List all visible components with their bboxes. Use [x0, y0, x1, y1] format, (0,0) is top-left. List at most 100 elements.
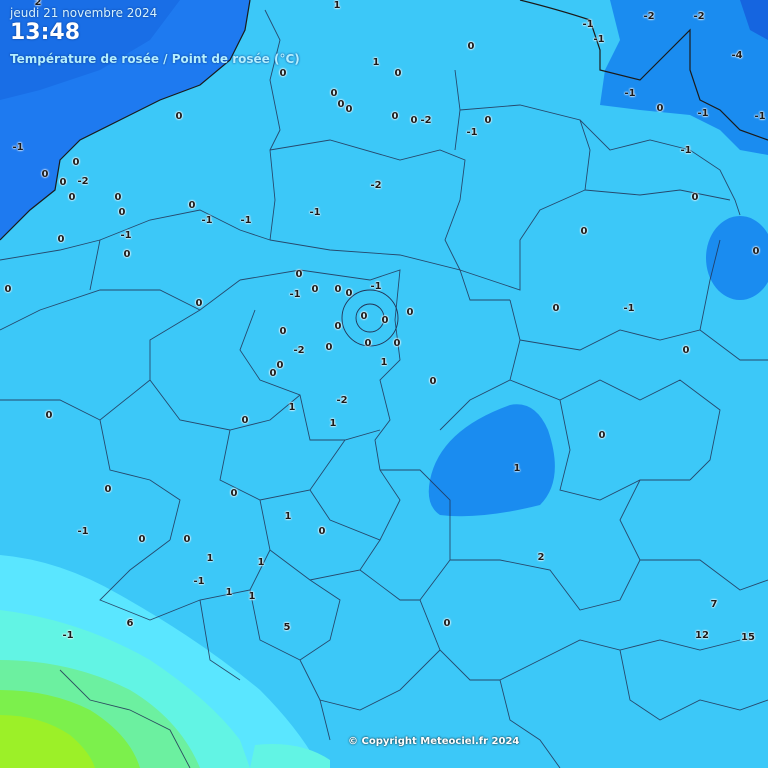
- station-value: 5: [283, 622, 291, 633]
- map-title: Température de rosée / Point de rosée (°…: [10, 52, 300, 66]
- station-value: 0: [195, 298, 203, 309]
- station-value: 0: [276, 360, 284, 371]
- station-value: 2: [537, 552, 545, 563]
- station-value: 0: [691, 192, 699, 203]
- station-value: -1: [623, 303, 635, 314]
- station-value: 0: [360, 311, 368, 322]
- station-value: 0: [406, 307, 414, 318]
- station-value: -1: [697, 108, 709, 119]
- station-value: 0: [118, 207, 126, 218]
- station-value: -2: [420, 115, 432, 126]
- station-value: -2: [77, 176, 89, 187]
- station-value: 0: [429, 376, 437, 387]
- station-value: 0: [345, 104, 353, 115]
- station-value: 1: [288, 402, 296, 413]
- station-value: -1: [289, 289, 301, 300]
- station-value: 0: [104, 484, 112, 495]
- station-value: 0: [138, 534, 146, 545]
- map-background: [0, 0, 768, 768]
- station-value: -1: [12, 142, 24, 153]
- station-value: 0: [318, 526, 326, 537]
- station-value: -2: [643, 11, 655, 22]
- station-value: -1: [77, 526, 89, 537]
- station-value: 0: [598, 430, 606, 441]
- station-value: 0: [410, 115, 418, 126]
- station-value: 0: [279, 68, 287, 79]
- station-value: 0: [279, 326, 287, 337]
- station-value: 0: [552, 303, 560, 314]
- station-value: 1: [380, 357, 388, 368]
- station-value: 0: [123, 249, 131, 260]
- station-value: 1: [372, 57, 380, 68]
- station-value: 0: [580, 226, 588, 237]
- station-value: 0: [381, 315, 389, 326]
- station-value: -1: [582, 19, 594, 30]
- station-value: 0: [57, 234, 65, 245]
- station-value: -1: [466, 127, 478, 138]
- station-value: 0: [4, 284, 12, 295]
- forecast-time: 13:48: [10, 20, 81, 45]
- station-value: 0: [484, 115, 492, 126]
- station-value: 0: [345, 288, 353, 299]
- station-value: -1: [62, 630, 74, 641]
- station-value: 1: [225, 587, 233, 598]
- station-value: -2: [693, 11, 705, 22]
- station-value: 0: [364, 338, 372, 349]
- station-value: 0: [394, 68, 402, 79]
- station-value: 0: [393, 338, 401, 349]
- copyright-notice: © Copyright Meteociel.fr 2024: [348, 736, 520, 747]
- station-value: 0: [72, 157, 80, 168]
- station-value: 0: [230, 488, 238, 499]
- station-value: 1: [513, 463, 521, 474]
- station-value: -1: [309, 207, 321, 218]
- station-value: 1: [329, 418, 337, 429]
- station-value: -4: [731, 50, 743, 61]
- station-value: -2: [370, 180, 382, 191]
- station-value: 0: [443, 618, 451, 629]
- station-value: 0: [311, 284, 319, 295]
- station-value: 7: [710, 599, 718, 610]
- station-value: 0: [656, 103, 664, 114]
- station-value: 0: [295, 269, 303, 280]
- station-value: 2: [34, 0, 42, 8]
- station-value: 1: [206, 553, 214, 564]
- station-value: 0: [183, 534, 191, 545]
- station-value: 0: [114, 192, 122, 203]
- station-value: 0: [337, 99, 345, 110]
- station-value: 0: [59, 177, 67, 188]
- station-value: -1: [593, 34, 605, 45]
- station-value: -1: [240, 215, 252, 226]
- station-value: -1: [624, 88, 636, 99]
- station-value: -1: [370, 281, 382, 292]
- station-value: -2: [293, 345, 305, 356]
- station-value: -1: [193, 576, 205, 587]
- station-value: 0: [241, 415, 249, 426]
- station-value: 0: [175, 111, 183, 122]
- station-value: 0: [682, 345, 690, 356]
- dewpoint-map: jeudi 21 novembre 2024 13:48 Température…: [0, 0, 768, 768]
- station-value: 12: [695, 630, 709, 641]
- station-value: 1: [333, 0, 341, 11]
- station-value: 0: [467, 41, 475, 52]
- station-value: -2: [336, 395, 348, 406]
- station-value: 1: [284, 511, 292, 522]
- station-value: 0: [330, 88, 338, 99]
- forecast-date: jeudi 21 novembre 2024: [10, 6, 158, 20]
- station-value: 0: [752, 246, 760, 257]
- station-value: -1: [201, 215, 213, 226]
- station-value: 0: [45, 410, 53, 421]
- station-value: 0: [325, 342, 333, 353]
- station-value: 0: [68, 192, 76, 203]
- station-value: 6: [126, 618, 134, 629]
- station-value: 0: [334, 284, 342, 295]
- station-value: -1: [754, 111, 766, 122]
- station-value: 0: [41, 169, 49, 180]
- station-value: 1: [257, 557, 265, 568]
- station-value: 15: [741, 632, 755, 643]
- station-value: 1: [248, 591, 256, 602]
- station-value: 0: [334, 321, 342, 332]
- station-value: 0: [188, 200, 196, 211]
- station-value: 0: [269, 368, 277, 379]
- station-value: -1: [680, 145, 692, 156]
- station-value: 0: [391, 111, 399, 122]
